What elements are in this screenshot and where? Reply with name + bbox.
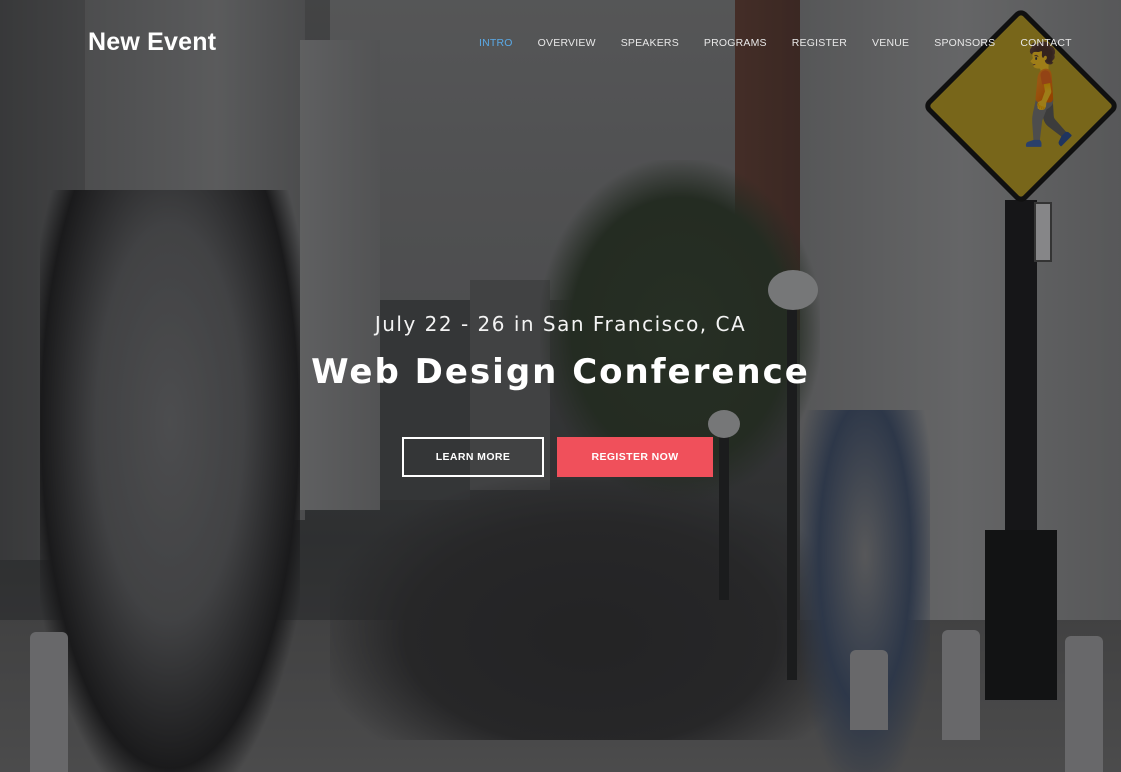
hero-section: 🚶 New Event INTRO OVERVIEW SPEAKERS PROG… bbox=[0, 0, 1121, 772]
site-logo[interactable]: New Event bbox=[88, 28, 216, 57]
nav-item-programs[interactable]: PROGRAMS bbox=[704, 37, 767, 49]
nav-item-register[interactable]: REGISTER bbox=[792, 37, 847, 49]
nav-item-contact[interactable]: CONTACT bbox=[1020, 37, 1071, 49]
nav-item-overview[interactable]: OVERVIEW bbox=[538, 37, 596, 49]
nav-item-intro[interactable]: INTRO bbox=[479, 37, 513, 49]
learn-more-button[interactable]: LEARN MORE bbox=[402, 437, 544, 477]
event-date-location: July 22 - 26 in San Francisco, CA bbox=[374, 312, 747, 336]
nav-item-venue[interactable]: VENUE bbox=[872, 37, 909, 49]
main-nav: INTRO OVERVIEW SPEAKERS PROGRAMS REGISTE… bbox=[479, 37, 1072, 49]
nav-item-speakers[interactable]: SPEAKERS bbox=[621, 37, 679, 49]
register-now-button[interactable]: REGISTER NOW bbox=[557, 437, 713, 477]
event-title: Web Design Conference bbox=[311, 352, 810, 392]
nav-item-sponsors[interactable]: SPONSORS bbox=[934, 37, 995, 49]
